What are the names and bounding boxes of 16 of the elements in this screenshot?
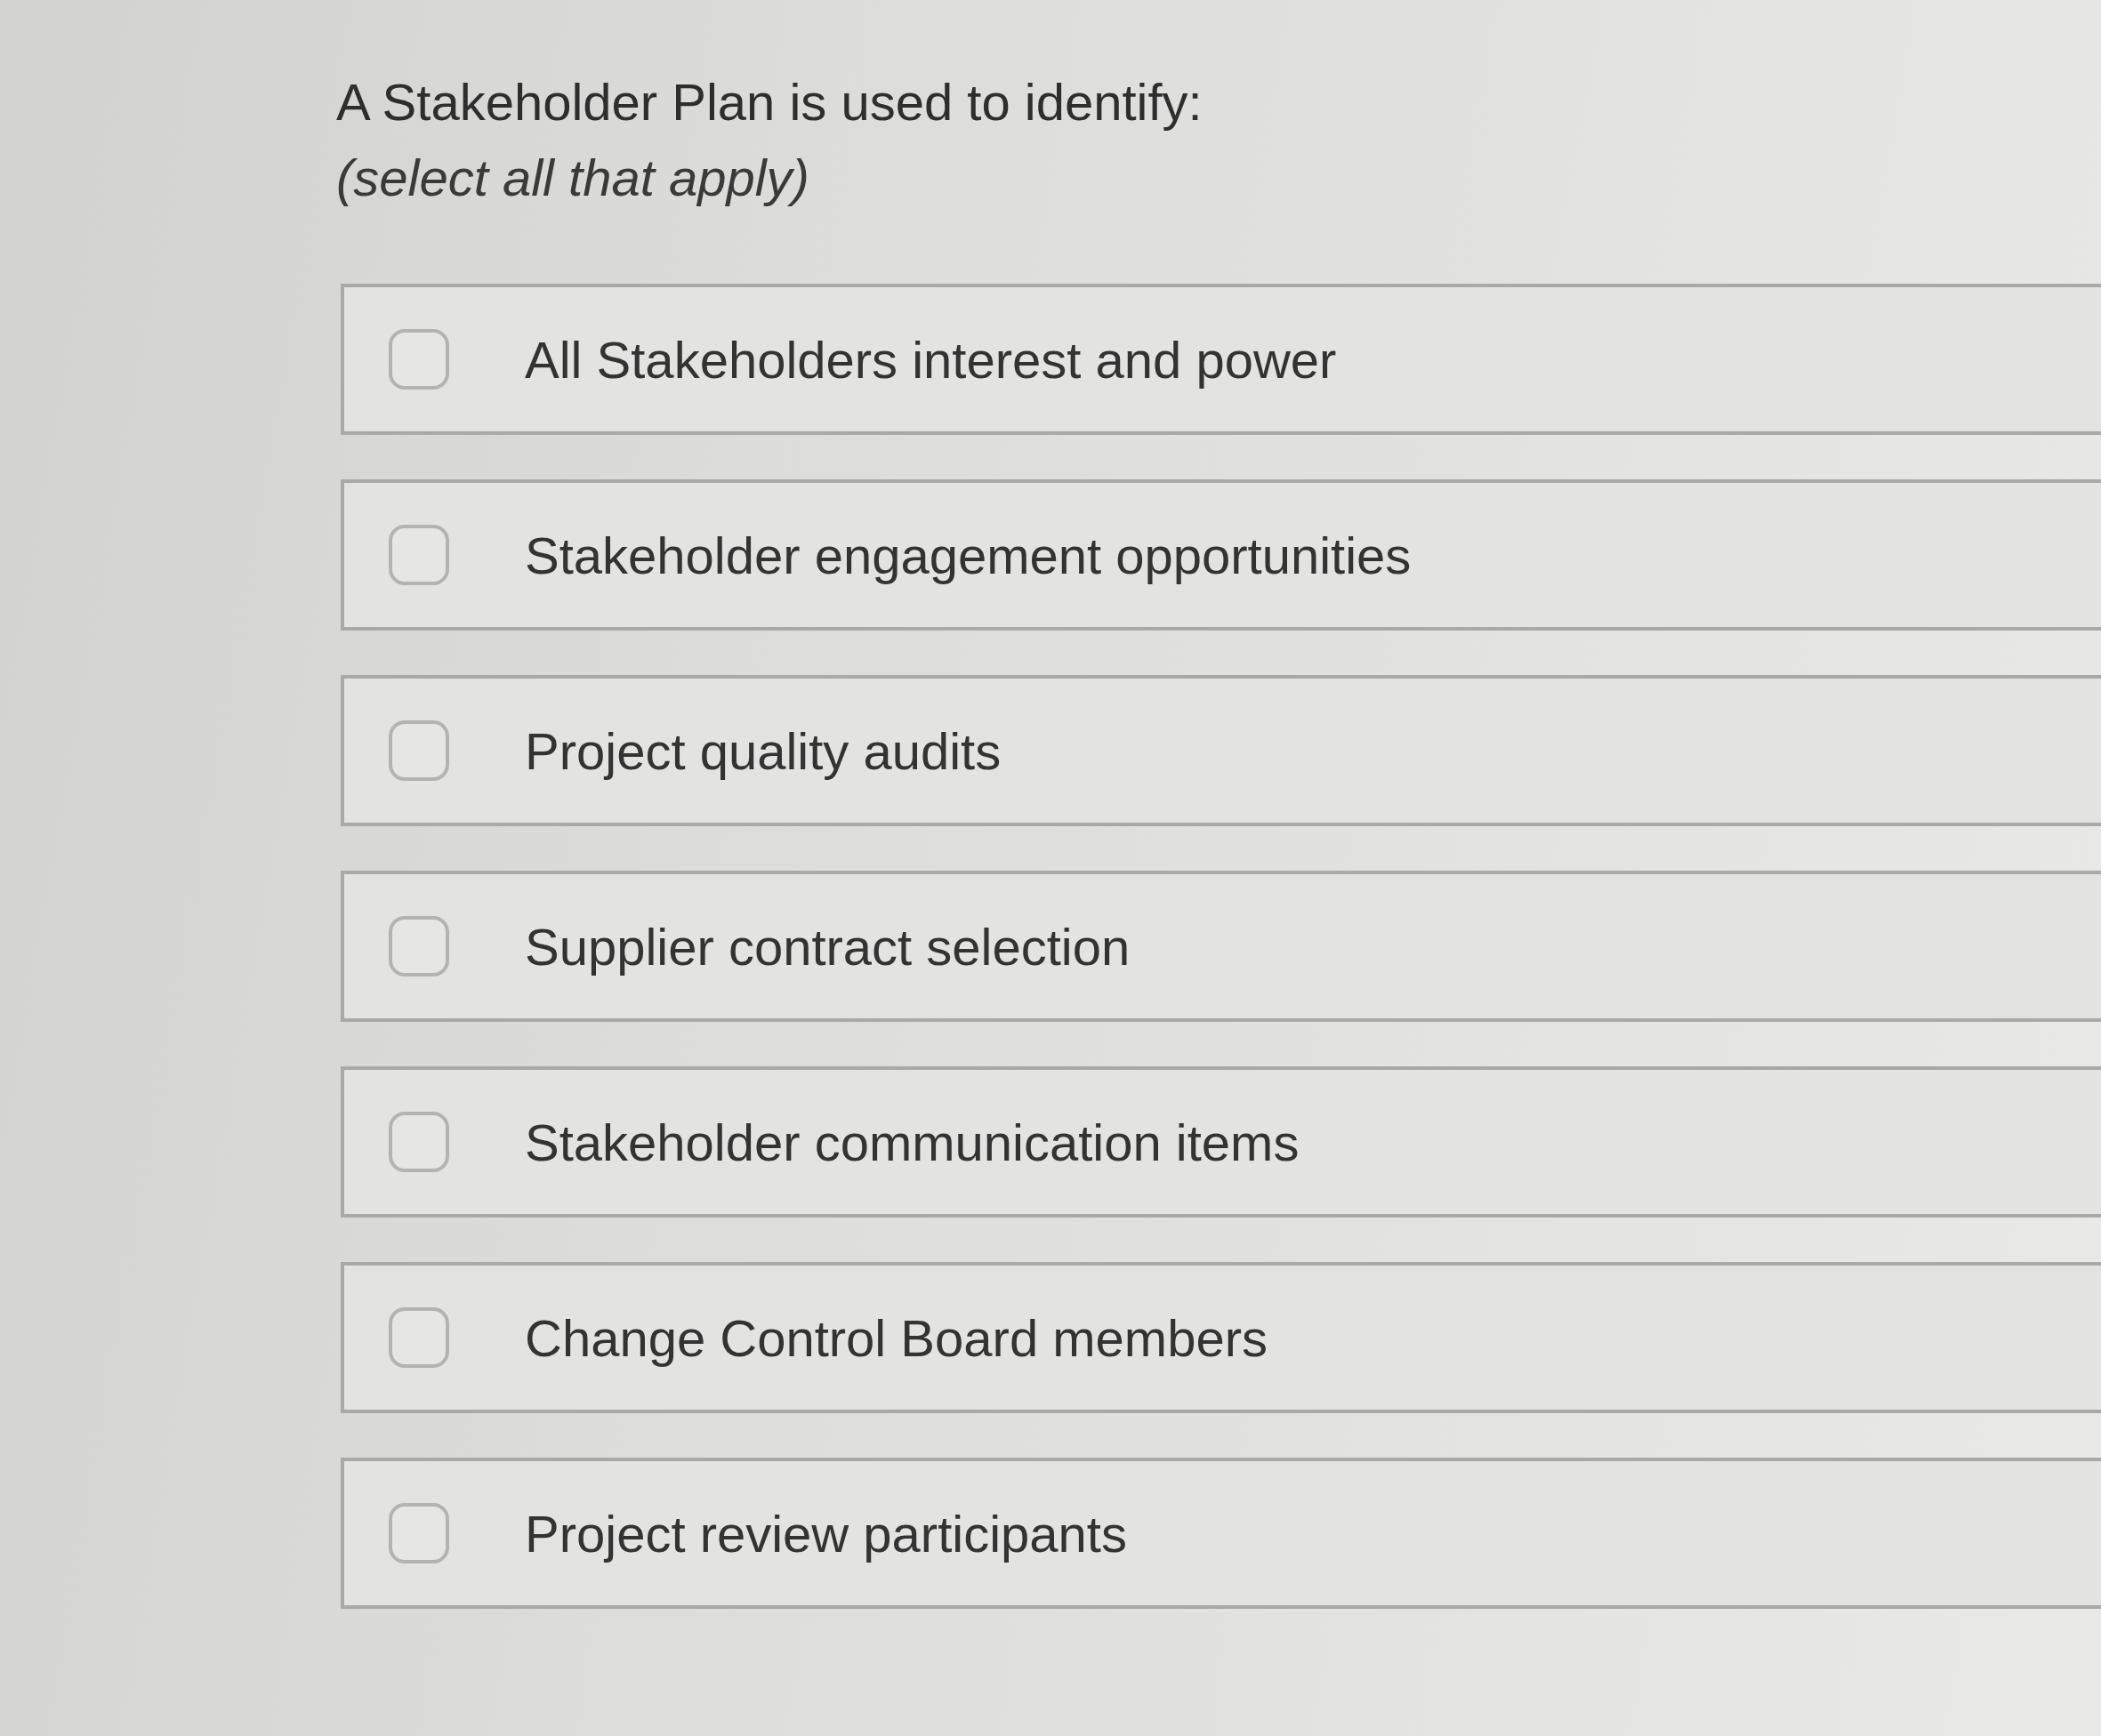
answer-option[interactable]: Project quality audits	[341, 675, 2101, 826]
answer-option[interactable]: Stakeholder communication items	[341, 1066, 2101, 1218]
checkbox[interactable]	[389, 525, 449, 585]
question-text: A Stakeholder Plan is used to identify:	[336, 72, 1203, 133]
checkbox[interactable]	[389, 1112, 449, 1172]
answer-option[interactable]: Project review participants	[341, 1458, 2101, 1609]
checkbox[interactable]	[389, 1503, 449, 1563]
answer-option[interactable]: All Stakeholders interest and power	[341, 284, 2101, 435]
answer-option[interactable]: Stakeholder engagement opportunities	[341, 479, 2101, 631]
answer-option[interactable]: Supplier contract selection	[341, 871, 2101, 1022]
checkbox[interactable]	[389, 916, 449, 976]
answer-option[interactable]: Change Control Board members	[341, 1262, 2101, 1413]
instruction-text: (select all that apply)	[336, 148, 809, 208]
checkbox[interactable]	[389, 329, 449, 390]
checkbox[interactable]	[389, 720, 449, 781]
checkbox[interactable]	[389, 1307, 449, 1368]
